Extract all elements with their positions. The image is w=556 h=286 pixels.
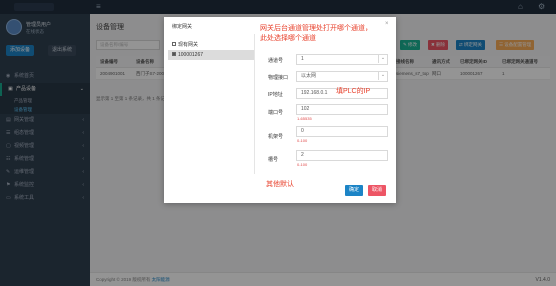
port-number-label: 端口号 (268, 110, 284, 116)
gateway-label: 现有网关 (178, 42, 199, 48)
channel-select[interactable]: 1 (296, 54, 388, 65)
gateway-list-item[interactable]: 现有网关 (168, 40, 254, 50)
ip-label: IP地址 (268, 92, 283, 98)
confirm-button[interactable]: 确定 (345, 185, 363, 196)
interface-label: 物理接口 (268, 75, 289, 81)
annotation-channel-line1: 网关后台通道管理处打开哪个通道， (260, 25, 372, 32)
checkbox-checked[interactable] (172, 52, 176, 56)
slot-hint: 0-100 (297, 162, 308, 167)
slot-input[interactable]: 2 (296, 150, 388, 161)
annotation-channel-line2: 此处选择哪个通道 (260, 35, 316, 42)
close-icon[interactable]: × (385, 21, 389, 27)
gateway-list-item-selected[interactable]: 100001267 (168, 50, 254, 60)
gateway-label: 100001267 (178, 52, 204, 58)
gateway-list: 现有网关 100001267 (168, 40, 254, 60)
slot-label: 槽号 (268, 157, 279, 163)
interface-select[interactable]: 以太网 (296, 71, 388, 82)
bind-gateway-dialog: 绑定网关 × 现有网关 100001267 通道号 1 物理接口 以太网 IP地… (164, 17, 396, 203)
annotation-default-note: 其他默认 (266, 181, 294, 188)
rack-label: 机架号 (268, 134, 284, 140)
channel-label: 通道号 (268, 58, 284, 64)
port-number-hint: 1-65535 (297, 116, 312, 121)
cancel-button[interactable]: 取消 (368, 185, 386, 196)
checkbox[interactable] (172, 42, 176, 46)
annotation-ip-note: 填PLC的IP (336, 88, 371, 95)
dialog-title: 绑定网关 (172, 24, 193, 30)
port-number-input[interactable]: 102 (296, 104, 388, 115)
divider (254, 34, 255, 174)
rack-input[interactable]: 0 (296, 126, 388, 137)
rack-hint: 0-100 (297, 138, 308, 143)
